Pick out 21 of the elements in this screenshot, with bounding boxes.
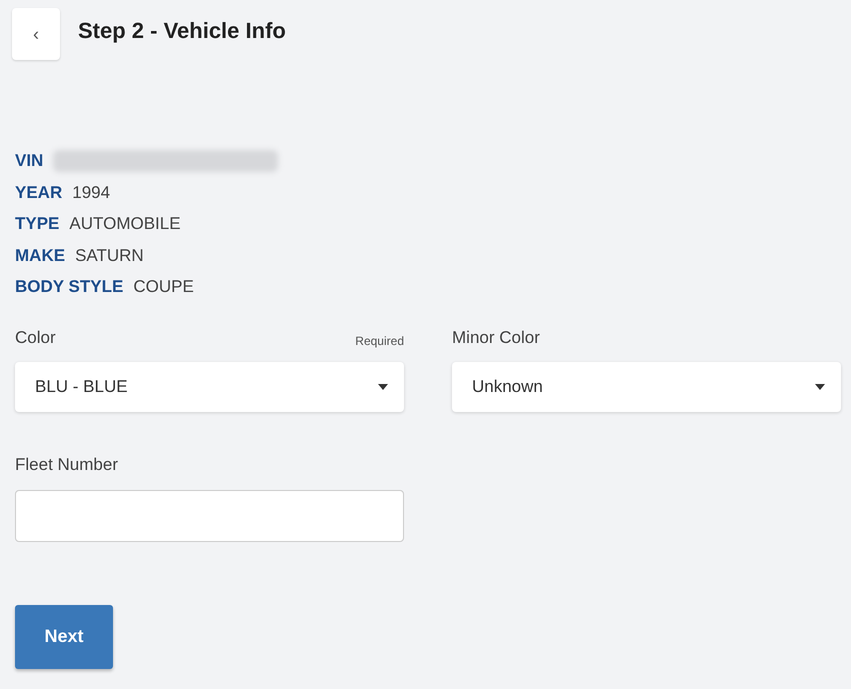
back-button[interactable]: ‹ [12,8,60,60]
field-label: Minor Color [452,326,540,348]
detail-label: YEAR [15,182,62,204]
select-field[interactable]: BLU - BLUE [15,362,404,412]
detail-value: COUPE [133,276,194,298]
caret-icon [815,384,825,390]
page-title: Step 2 - Vehicle Info [78,16,286,45]
caret-icon [378,384,388,390]
detail-value: 1994 [72,182,110,204]
detail-value: AUTOMOBILE [69,213,181,235]
detail-label: VIN [15,150,44,172]
fleet-number-field[interactable] [15,490,404,542]
field-label: Fleet Number [15,454,119,476]
detail-label: TYPE [15,213,60,235]
detail-label: BODY STYLE [15,276,124,298]
detail-label: MAKE [15,244,66,266]
field-label: Color [15,326,56,348]
detail-value: SATURN [75,244,144,266]
select-field[interactable]: Unknown [452,362,841,412]
next-button[interactable]: Next [15,604,113,668]
required-note: Required [355,333,404,350]
